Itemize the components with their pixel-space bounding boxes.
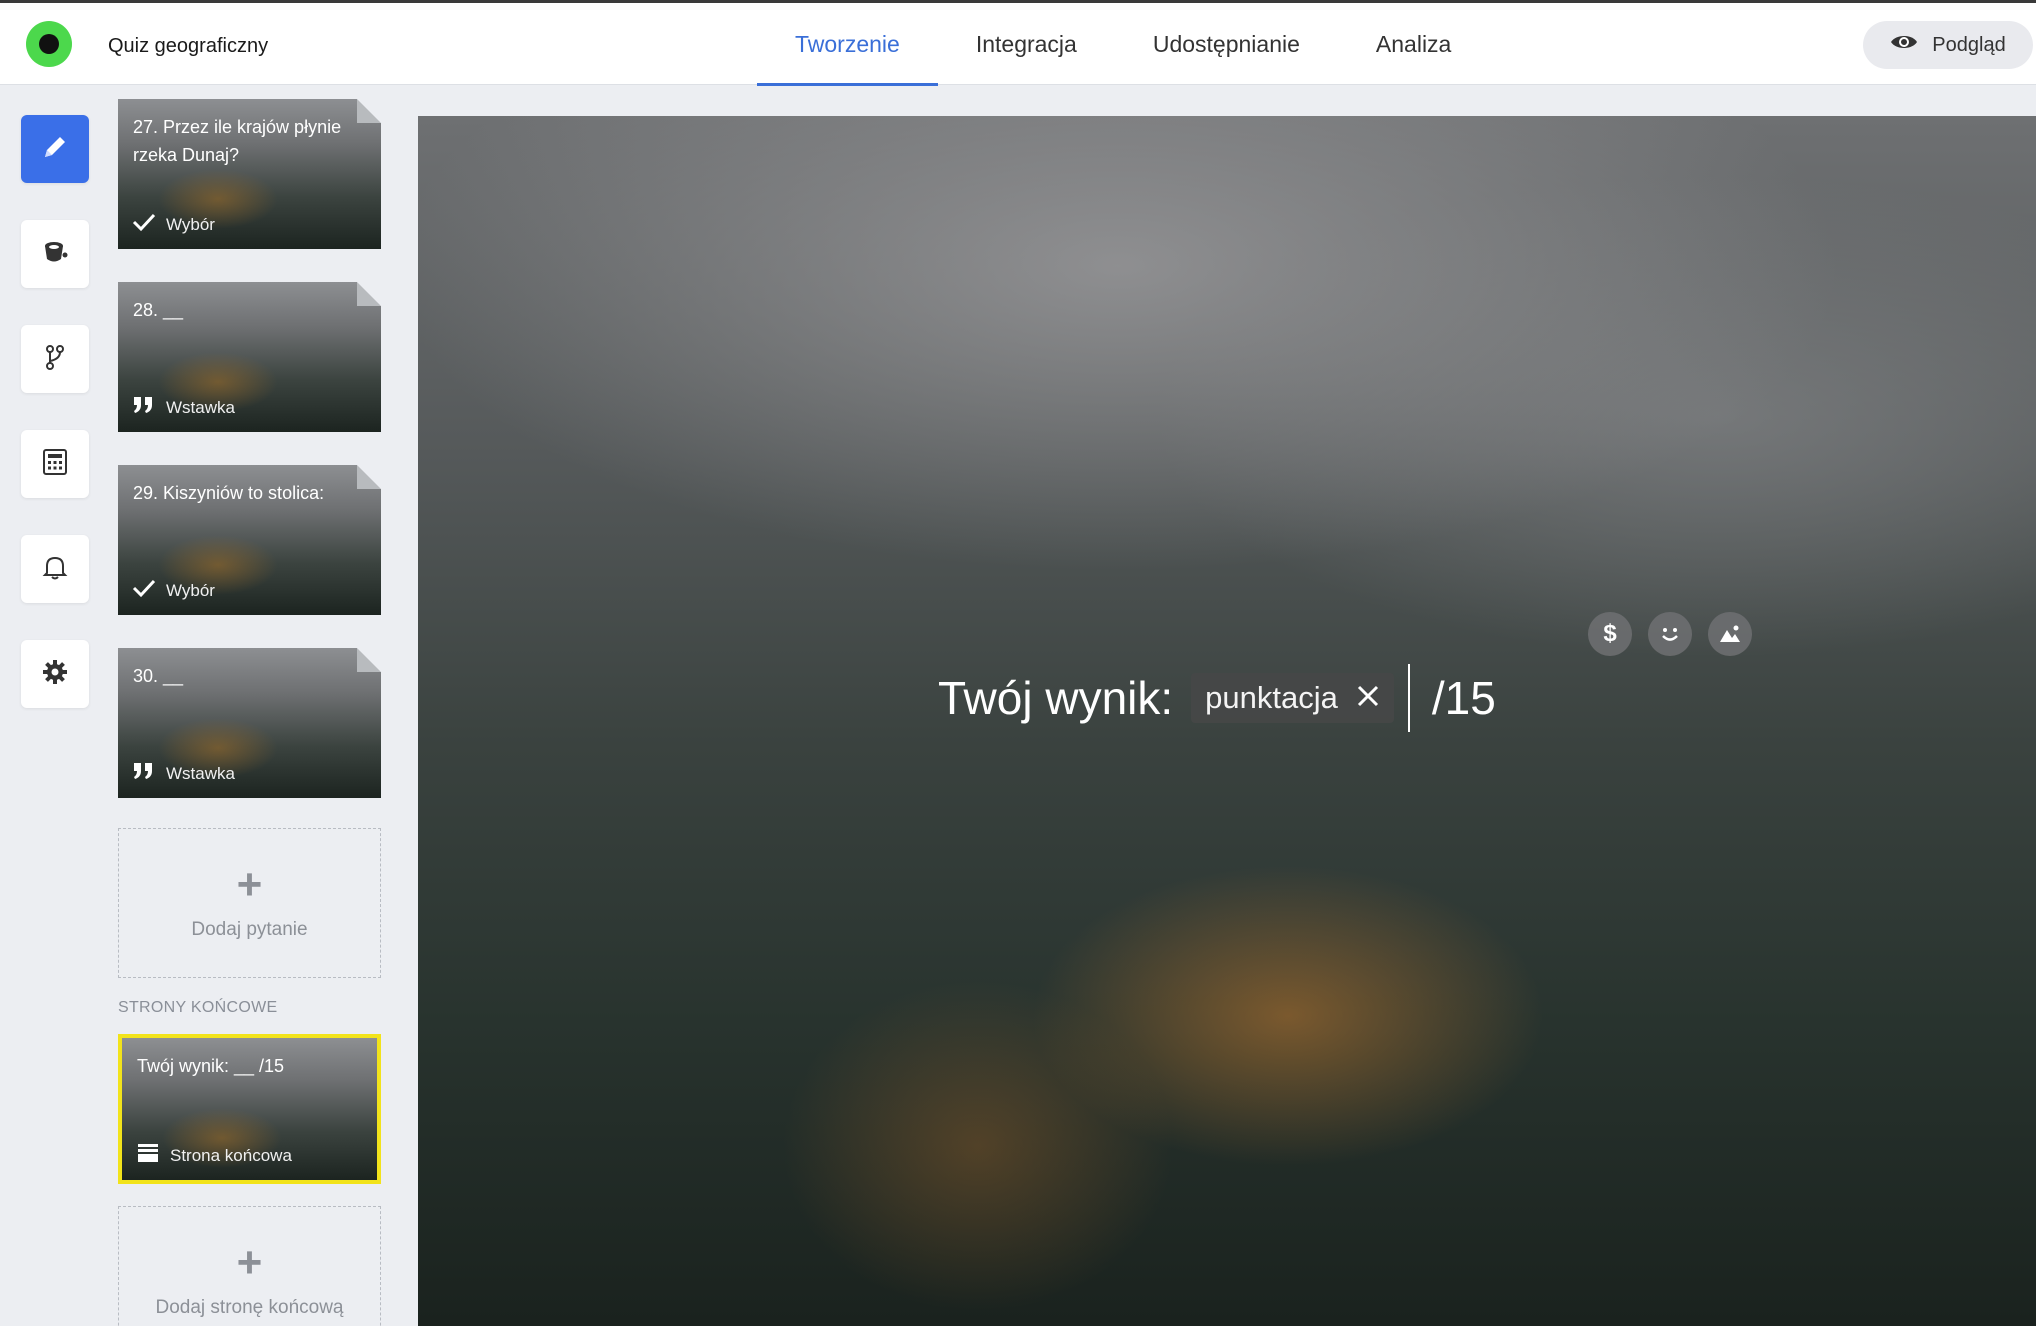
slide-type: Wstawka [132,761,235,786]
end-pages-section-label: STRONY KOŃCOWE [118,999,278,1016]
image-icon[interactable] [1708,612,1752,656]
top-bar: Quiz geograficzny Tworzenie Integracja U… [0,0,2036,88]
check-icon [132,578,156,603]
slide-card[interactable]: 27. Przez ile krajów płynie rzeka Dunaj?… [118,99,381,249]
slide-type-label: Wybór [166,580,215,600]
rail-logic-button[interactable] [21,325,89,393]
slide-fold [357,99,381,123]
slide-type-label: Wybór [166,214,215,234]
slide-fold [357,282,381,306]
slide-title: Twój wynik: __ /15 [137,1056,285,1076]
preview-button[interactable]: Podgląd [1863,21,2033,69]
eye-icon [1890,32,1918,58]
slide-title: 28. __ [133,300,184,320]
slide-type: Wybór [132,578,215,603]
score-label[interactable]: Twój wynik: [938,671,1173,725]
slide-type-label: Wstawka [166,763,235,783]
quote-icon [132,395,156,420]
slide-type-label: Wstawka [166,397,235,417]
smiley-icon[interactable] [1648,612,1692,656]
score-line: Twój wynik: punktacja /15 [938,664,1496,732]
paint-bucket-icon [40,237,70,272]
tab-udostepnianie[interactable]: Udostępnianie [1115,3,1338,85]
app-logo[interactable] [26,21,72,67]
quote-icon [132,761,156,786]
rail-settings-button[interactable] [21,640,89,708]
slide-card[interactable]: 29. Kiszyniów to stolica: Wybór [118,465,381,615]
rail-edit-button[interactable] [21,115,89,183]
slide-type: Strona końcowa [136,1143,292,1168]
slide-card[interactable]: 28. __ Wstawka [118,282,381,432]
score-variable-label: punktacja [1205,680,1338,715]
branch-icon [40,342,70,377]
plus-icon: + [236,860,263,909]
plus-icon: + [236,1238,263,1287]
score-variable-tag[interactable]: punktacja [1191,673,1394,723]
pencil-icon [40,132,70,167]
calculator-icon [40,447,70,482]
gear-icon [40,657,70,692]
add-end-page-button[interactable]: + Dodaj stronę końcową [118,1206,381,1326]
slide-fold [357,465,381,489]
rail-theme-button[interactable] [21,220,89,288]
add-end-page-label: Dodaj stronę końcową [155,1297,344,1318]
tab-analiza[interactable]: Analiza [1338,3,1489,85]
preview-label: Podgląd [1932,33,2006,56]
close-icon[interactable] [1356,684,1380,713]
stack-icon [136,1143,160,1168]
editor-canvas[interactable]: $ Twój wynik: punktacja /15 [418,116,2036,1326]
rail-notifications-button[interactable] [21,535,89,603]
text-caret [1407,664,1410,732]
slide-type: Wstawka [132,395,235,420]
check-icon [132,212,156,237]
main-tabs: Tworzenie Integracja Udostępnianie Anali… [757,3,1489,88]
slide-title: 30. __ [133,666,184,686]
slide-type-label: Strona końcowa [170,1145,292,1165]
tab-integracja[interactable]: Integracja [938,3,1115,85]
slide-card[interactable]: 30. __ Wstawka [118,648,381,798]
slide-type: Wybór [132,212,215,237]
rail-calculator-button[interactable] [21,430,89,498]
bell-icon [40,552,70,587]
slide-title: 27. Przez ile krajów płynie rzeka Dunaj? [133,117,342,165]
app-title[interactable]: Quiz geograficzny [108,35,268,58]
slide-title: 29. Kiszyniów to stolica: [133,483,325,503]
dollar-icon[interactable]: $ [1588,612,1632,656]
add-question-button[interactable]: + Dodaj pytanie [118,828,381,978]
slide-fold [357,648,381,672]
end-slide-card[interactable]: Twój wynik: __ /15 Strona końcowa [118,1034,381,1184]
add-question-label: Dodaj pytanie [191,919,308,940]
tab-tworzenie[interactable]: Tworzenie [757,3,938,86]
score-max[interactable]: /15 [1432,671,1496,725]
